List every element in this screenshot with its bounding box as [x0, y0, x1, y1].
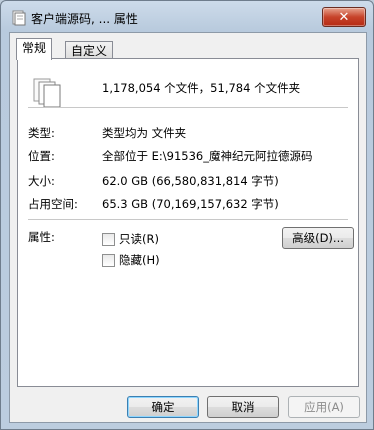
readonly-checkbox[interactable]: 只读(R) — [102, 231, 159, 247]
disk-size-label: 占用空间: — [28, 197, 78, 211]
tab-general[interactable]: 常规 — [16, 38, 53, 60]
type-label: 类型: — [28, 126, 55, 140]
divider — [28, 219, 348, 220]
ok-button[interactable]: 确定 — [127, 396, 199, 418]
hidden-checkbox[interactable]: 隐藏(H) — [102, 252, 160, 268]
properties-window: 客户端源码, ... 属性 ✕ 常规 自定义 1,178,054 个文件，51,… — [0, 0, 374, 430]
dialog-body: 常规 自定义 1,178,054 个文件，51,784 个文件夹 类型: 类型均… — [9, 32, 367, 423]
advanced-button[interactable]: 高级(D)... — [282, 227, 354, 249]
location-value: 全部位于 E:\91536_魔神纪元阿拉德源码 — [102, 149, 313, 163]
close-icon: ✕ — [338, 9, 350, 25]
attributes-label: 属性: — [28, 230, 55, 244]
divider — [28, 107, 348, 108]
size-value: 62.0 GB (66,580,831,814 字节) — [102, 174, 279, 188]
readonly-checkbox-box[interactable] — [102, 232, 115, 246]
cancel-button[interactable]: 取消 — [207, 396, 279, 418]
ok-button-label: 确定 — [151, 400, 175, 414]
tab-general-label: 常规 — [22, 41, 47, 55]
general-tab-panel: 1,178,054 个文件，51,784 个文件夹 类型: 类型均为 文件夹 位… — [17, 58, 359, 387]
readonly-checkbox-label: 只读(R) — [119, 232, 159, 246]
tab-custom-label: 自定义 — [71, 44, 108, 58]
title-bar[interactable]: 客户端源码, ... 属性 ✕ — [1, 1, 373, 33]
location-label: 位置: — [28, 149, 55, 163]
folder-document-icon — [12, 10, 26, 26]
advanced-button-label: 高级(D)... — [292, 231, 344, 245]
size-label: 大小: — [28, 174, 55, 188]
apply-button[interactable]: 应用(A) — [288, 396, 360, 418]
window-title: 客户端源码, ... 属性 — [31, 12, 138, 26]
close-button[interactable]: ✕ — [322, 7, 366, 27]
hidden-checkbox-label: 隐藏(H) — [119, 253, 160, 267]
selection-summary: 1,178,054 个文件，51,784 个文件夹 — [102, 81, 301, 95]
apply-button-label: 应用(A) — [304, 400, 344, 414]
hidden-checkbox-box[interactable] — [102, 253, 115, 267]
disk-size-value: 65.3 GB (70,169,157,632 字节) — [102, 197, 279, 211]
type-value: 类型均为 文件夹 — [102, 126, 187, 140]
multiple-files-icon — [33, 78, 61, 108]
cancel-button-label: 取消 — [231, 400, 255, 414]
